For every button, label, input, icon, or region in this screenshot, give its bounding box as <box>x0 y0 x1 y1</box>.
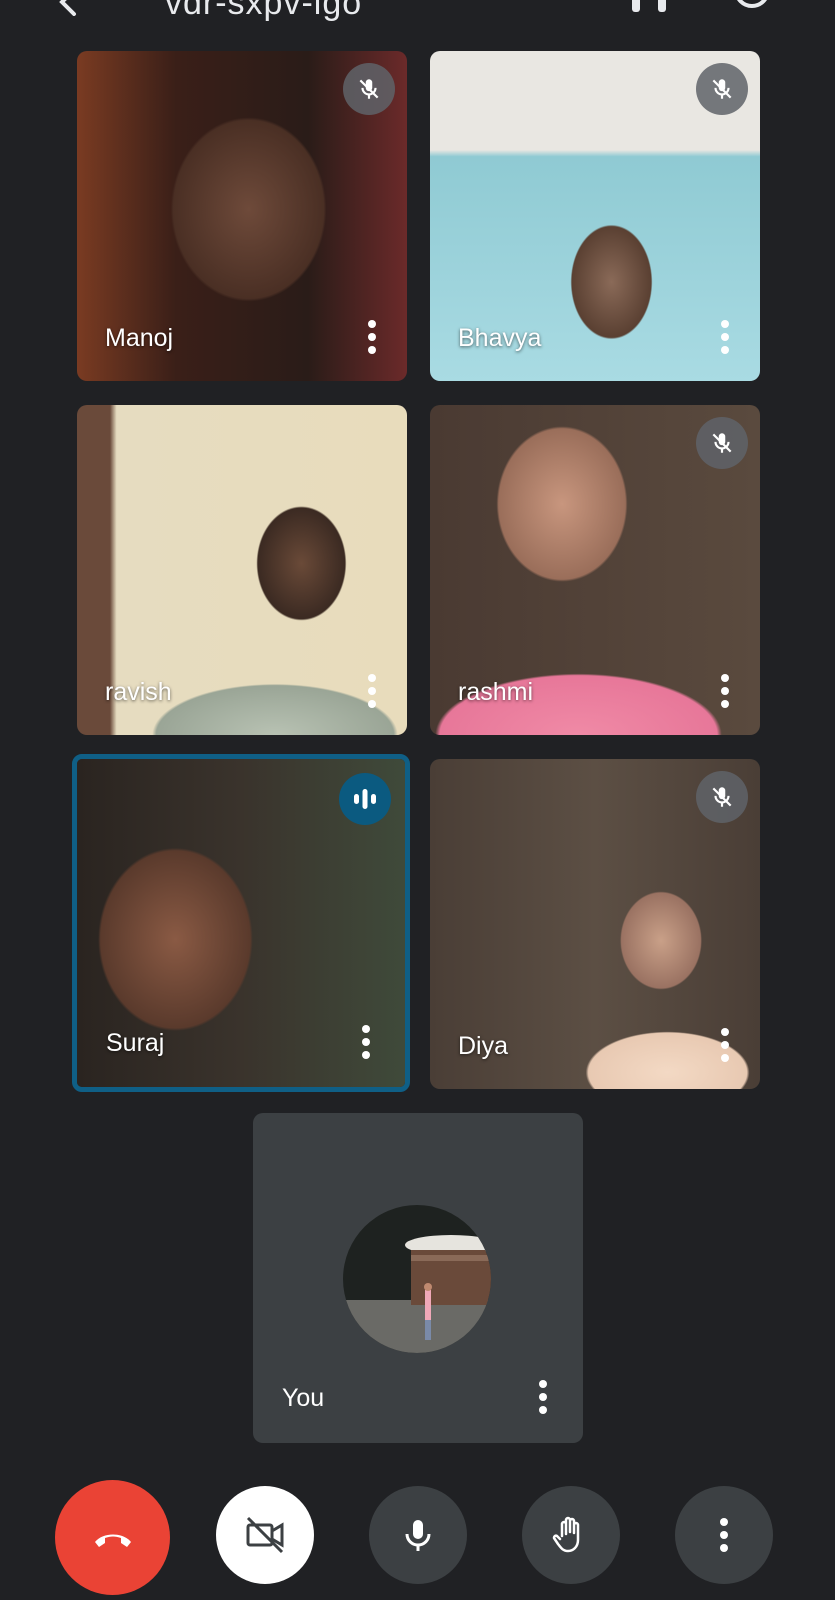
muted-mic-icon <box>696 417 748 469</box>
camera-toggle-button[interactable] <box>216 1486 314 1584</box>
more-options-button[interactable] <box>675 1486 773 1584</box>
camera-off-icon <box>246 1516 284 1554</box>
participant-name: Manoj <box>105 324 174 352</box>
more-vert-icon[interactable] <box>720 319 730 355</box>
self-name: You <box>282 1384 325 1412</box>
participant-name: rashmi <box>458 678 534 706</box>
microphone-button[interactable] <box>369 1486 467 1584</box>
participant-tile-manoj[interactable]: Manoj <box>77 51 407 381</box>
participant-name: Bhavya <box>458 324 542 352</box>
muted-mic-icon <box>696 771 748 823</box>
more-vert-icon[interactable] <box>367 319 377 355</box>
more-vert-icon[interactable] <box>538 1379 548 1415</box>
back-arrow-icon[interactable] <box>52 0 92 16</box>
end-call-icon <box>94 1534 131 1547</box>
end-call-button[interactable] <box>55 1480 170 1595</box>
more-vert-icon <box>720 1518 728 1552</box>
participant-tile-suraj[interactable]: Suraj <box>72 754 410 1092</box>
participant-tile-ravish[interactable]: ravish <box>77 405 407 735</box>
more-vert-icon[interactable] <box>720 673 730 709</box>
more-vert-icon[interactable] <box>361 1024 371 1060</box>
participant-tile-bhavya[interactable]: Bhavya <box>430 51 760 381</box>
speaking-indicator-icon <box>339 773 391 825</box>
control-bar <box>0 1470 835 1600</box>
participant-name: Suraj <box>106 1029 165 1057</box>
muted-mic-icon <box>343 63 395 115</box>
participant-tile-diya[interactable]: Diya <box>430 759 760 1089</box>
switch-camera-icon[interactable] <box>730 0 774 16</box>
participant-tile-rashmi[interactable]: rashmi <box>430 405 760 735</box>
muted-mic-icon <box>696 63 748 115</box>
microphone-icon <box>405 1520 431 1551</box>
raise-hand-button[interactable] <box>522 1486 620 1584</box>
meeting-code[interactable]: vdr-sxpv-igo <box>165 0 362 23</box>
more-vert-icon[interactable] <box>367 673 377 709</box>
top-bar: vdr-sxpv-igo <box>0 0 835 40</box>
audio-output-icon[interactable] <box>628 0 672 16</box>
avatar <box>343 1205 491 1353</box>
participant-name: Diya <box>458 1032 509 1060</box>
raise-hand-icon <box>552 1516 580 1553</box>
self-tile[interactable]: You <box>253 1113 583 1443</box>
more-vert-icon[interactable] <box>720 1027 730 1063</box>
participant-name: ravish <box>105 678 172 706</box>
